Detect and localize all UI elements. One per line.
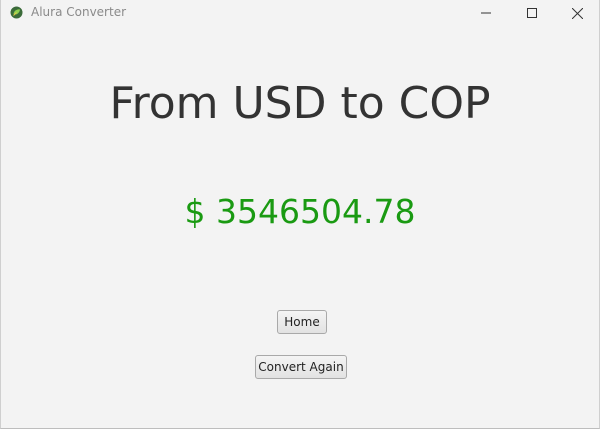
converted-amount: $ 3546504.78 bbox=[184, 192, 416, 231]
home-button[interactable]: Home bbox=[277, 310, 327, 334]
close-icon bbox=[571, 7, 583, 19]
title-bar[interactable]: Alura Converter bbox=[1, 0, 599, 26]
app-logo-icon bbox=[10, 6, 23, 19]
close-button[interactable] bbox=[554, 0, 600, 26]
minimize-icon bbox=[481, 12, 491, 14]
window-title: Alura Converter bbox=[31, 5, 127, 19]
maximize-icon bbox=[527, 8, 537, 18]
conversion-heading: From USD to COP bbox=[109, 78, 491, 129]
maximize-button[interactable] bbox=[509, 0, 555, 26]
app-window: Alura Converter From USD to COP $ 354650… bbox=[0, 0, 600, 429]
minimize-button[interactable] bbox=[463, 0, 509, 26]
convert-again-button[interactable]: Convert Again bbox=[255, 355, 347, 379]
